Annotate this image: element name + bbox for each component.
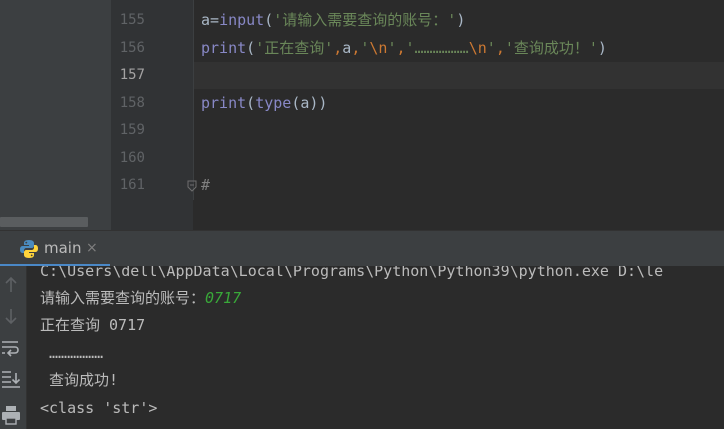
soft-wrap-icon[interactable]	[0, 337, 22, 359]
code-line-156[interactable]: print('正在查询',a,'\n','………………\n','查询成功！')	[201, 35, 607, 62]
code-token-builtin: print	[201, 39, 247, 57]
code-token-args: (a))	[291, 94, 328, 112]
code-token-paren: )	[597, 39, 607, 57]
line-number: 161	[119, 177, 145, 193]
console-prompt-line: 请输入需要查询的账号：0717	[40, 285, 241, 312]
code-token-paren: (	[246, 39, 256, 57]
code-line-155[interactable]: a=input('请输入需要查询的账号：')	[201, 7, 465, 34]
up-arrow-icon[interactable]	[0, 274, 22, 296]
code-line-158[interactable]: print(type(a))	[201, 90, 327, 117]
code-editor[interactable]: 155 156 157 158 159 160 161 a=input('请输入…	[0, 0, 724, 230]
code-token-escape: \n	[468, 39, 487, 57]
code-token-paren: )	[456, 11, 466, 29]
code-token-comma: ,	[333, 39, 343, 57]
console-line: 查询成功!	[40, 371, 119, 389]
code-token-builtin: print	[201, 94, 247, 112]
code-token-var: a	[201, 11, 211, 29]
line-number: 158	[119, 95, 145, 111]
fold-marker-icon[interactable]	[186, 180, 198, 192]
line-number: 156	[119, 40, 145, 56]
code-token-builtin: input	[219, 11, 265, 29]
current-line-highlight	[193, 62, 724, 89]
python-icon	[20, 240, 38, 258]
console-line: 正在查询 0717	[40, 316, 146, 334]
code-token-var: a	[342, 39, 352, 57]
down-arrow-icon[interactable]	[0, 305, 22, 327]
code-token-string: '查询成功！'	[504, 39, 598, 57]
scroll-to-end-icon[interactable]	[0, 369, 22, 391]
code-token-string: '请输入需要查询的账号：'	[273, 11, 457, 29]
line-number: 160	[119, 150, 145, 166]
project-panel	[0, 0, 111, 230]
run-tool-window-header: main ×	[0, 230, 724, 267]
line-number: 159	[119, 122, 145, 138]
line-number-current: 157	[119, 67, 145, 83]
horizontal-scrollbar[interactable]	[0, 217, 88, 227]
code-token-string: '	[486, 39, 496, 57]
code-token-paren: (	[264, 11, 274, 29]
line-number: 155	[119, 12, 145, 28]
code-token-op: =	[210, 11, 220, 29]
code-token-string: '………………	[405, 39, 469, 57]
close-icon[interactable]: ×	[86, 231, 98, 265]
run-toolbar	[0, 266, 27, 429]
code-token-comma: ,	[396, 39, 406, 57]
console-command-line: C:\Users\dell\AppData\Local\Programs\Pyt…	[40, 266, 664, 280]
print-icon[interactable]	[0, 404, 22, 426]
code-token-escape: \n	[369, 39, 388, 57]
code-token-paren: (	[246, 94, 256, 112]
code-line-161[interactable]: #	[201, 172, 210, 199]
gutter-divider	[193, 0, 194, 200]
run-tab-label: main	[44, 239, 82, 257]
run-tab-main[interactable]: main ×	[0, 231, 110, 267]
code-token-string: '正在查询'	[255, 39, 334, 57]
console-line: ………………	[40, 344, 104, 362]
console-user-input: 0717	[205, 289, 242, 307]
console-prompt: 请输入需要查询的账号：	[40, 289, 206, 307]
code-token-comma: ,	[495, 39, 505, 57]
code-token-builtin: type	[255, 94, 292, 112]
console-line: <class 'str'>	[40, 399, 158, 417]
console-output[interactable]: C:\Users\dell\AppData\Local\Programs\Pyt…	[27, 266, 724, 429]
code-token-comma: ,	[351, 39, 361, 57]
